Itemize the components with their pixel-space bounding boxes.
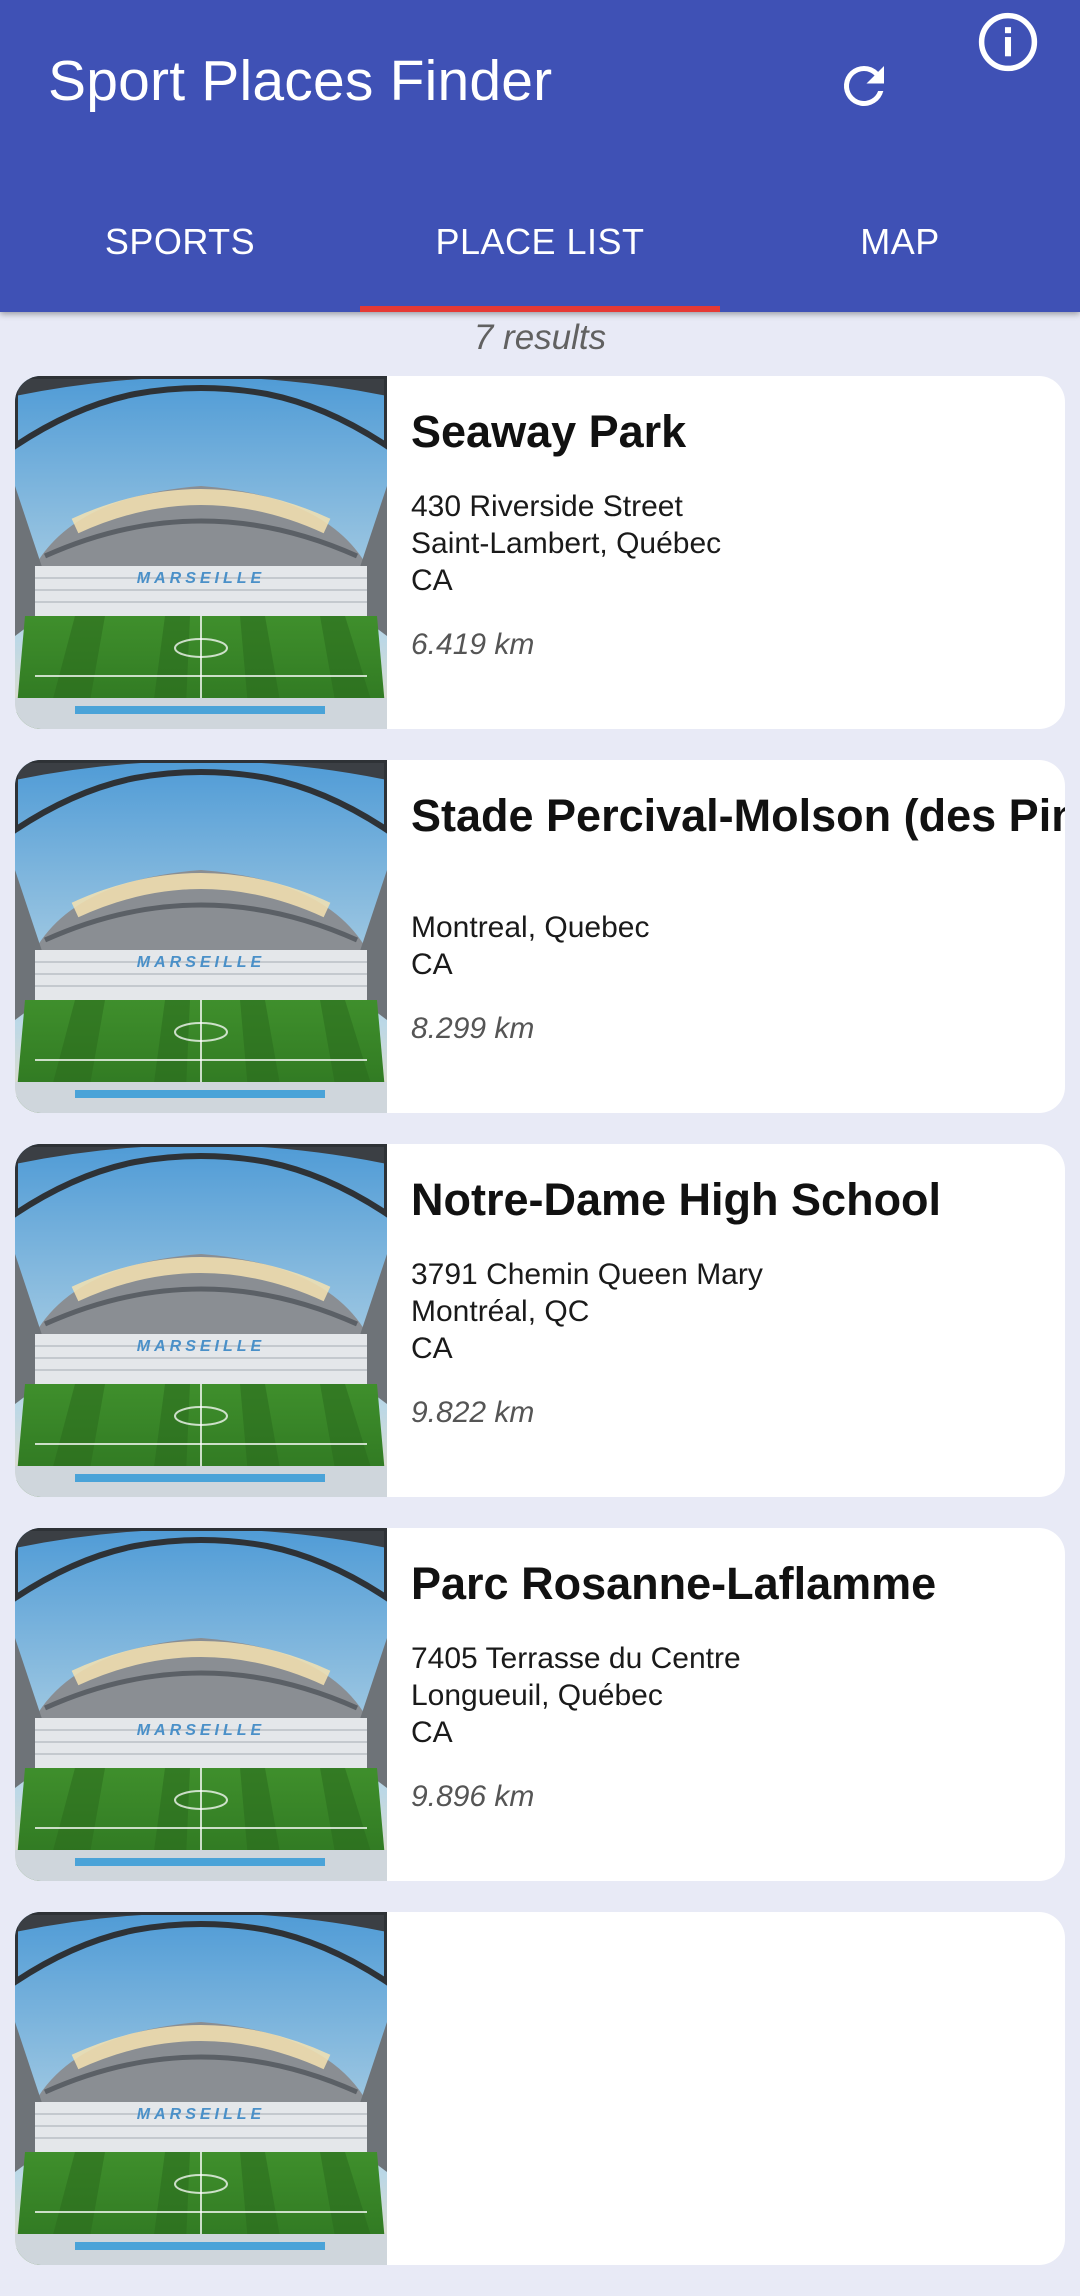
address-line: CA (411, 1716, 453, 1749)
address-line: Montréal, QC (411, 1295, 590, 1328)
address-line (411, 872, 649, 909)
address-line: 7405 Terrasse du Centre (411, 1642, 741, 1675)
stadium-photo: MARSEILLE (15, 1528, 387, 1881)
place-name: Stade Percival-Molson (des Pins) (411, 790, 1065, 841)
address-line: Montreal, Quebec (411, 911, 650, 944)
address-line: CA (411, 948, 453, 981)
place-card[interactable]: MARSEILLE Seaway Park 430 Riverside Stre… (15, 376, 1065, 729)
info-button[interactable] (966, 0, 1050, 84)
place-info: Stade Percival-Molson (des Pins) Montrea… (411, 760, 1065, 1113)
stadium-photo: MARSEILLE (15, 376, 387, 729)
place-distance: 9.896 km (411, 1780, 535, 1813)
svg-text:MARSEILLE: MARSEILLE (137, 954, 265, 971)
stadium-photo: MARSEILLE (15, 1912, 387, 2265)
app-title: Sport Places Finder (48, 49, 553, 113)
tab-indicator (360, 306, 720, 312)
place-distance: 8.299 km (411, 1012, 535, 1045)
place-address: 430 Riverside Street Saint-Lambert, Québ… (411, 488, 721, 599)
place-info: Parc Rosanne-Laflamme 7405 Terrasse du C… (411, 1528, 1065, 1881)
tab-place-list[interactable]: PLACE LIST (360, 180, 720, 312)
tab-label: MAP (860, 221, 940, 262)
place-card[interactable]: MARSEILLE Parc Rosanne-Laflamme 7405 Ter… (15, 1528, 1065, 1881)
place-card[interactable]: MARSEILLE Notre-Dame High School 3791 Ch… (15, 1144, 1065, 1497)
tab-map[interactable]: MAP (720, 180, 1080, 312)
tab-bar: SPORTS PLACE LIST MAP (0, 180, 1080, 312)
svg-text:MARSEILLE: MARSEILLE (137, 1338, 265, 1355)
stadium-photo: MARSEILLE (15, 1144, 387, 1497)
svg-text:MARSEILLE: MARSEILLE (137, 1722, 265, 1739)
refresh-icon (843, 65, 884, 106)
place-name: Seaway Park (411, 406, 687, 457)
place-distance: 9.822 km (411, 1396, 535, 1429)
refresh-button[interactable] (822, 44, 906, 128)
place-address: 7405 Terrasse du Centre Longueuil, Québe… (411, 1640, 741, 1751)
tab-label: PLACE LIST (435, 221, 645, 262)
place-card[interactable]: MARSEILLE (15, 1912, 1065, 2265)
address-line: 3791 Chemin Queen Mary (411, 1258, 763, 1291)
place-address: Montreal, Quebec CA (411, 872, 649, 983)
place-distance: 6.419 km (411, 628, 535, 661)
app-bar: Sport Places Finder SPORTS PLACE LIST MA… (0, 0, 1080, 312)
address-line: CA (411, 564, 453, 597)
place-address: 3791 Chemin Queen Mary Montréal, QC CA (411, 1256, 763, 1367)
address-line: 430 Riverside Street (411, 490, 683, 523)
results-count: 7 results (473, 318, 607, 357)
place-info: Seaway Park 430 Riverside Street Saint-L… (411, 376, 1065, 729)
address-line: Saint-Lambert, Québec (411, 527, 722, 560)
info-icon (978, 12, 1038, 72)
address-line: CA (411, 1332, 453, 1365)
place-name: Parc Rosanne-Laflamme (411, 1558, 937, 1609)
address-line: Longueuil, Québec (411, 1679, 663, 1712)
svg-text:MARSEILLE: MARSEILLE (137, 570, 265, 587)
place-name: Notre-Dame High School (411, 1174, 942, 1225)
svg-text:MARSEILLE: MARSEILLE (137, 2106, 265, 2123)
place-card[interactable]: MARSEILLE Stade Percival-Molson (des Pin… (15, 760, 1065, 1113)
tab-label: SPORTS (104, 221, 256, 262)
place-info: Notre-Dame High School 3791 Chemin Queen… (411, 1144, 1065, 1497)
stadium-photo: MARSEILLE (15, 760, 387, 1113)
place-list: MARSEILLE Seaway Park 430 Riverside Stre… (15, 376, 1065, 2296)
tab-sports[interactable]: SPORTS (0, 180, 360, 312)
